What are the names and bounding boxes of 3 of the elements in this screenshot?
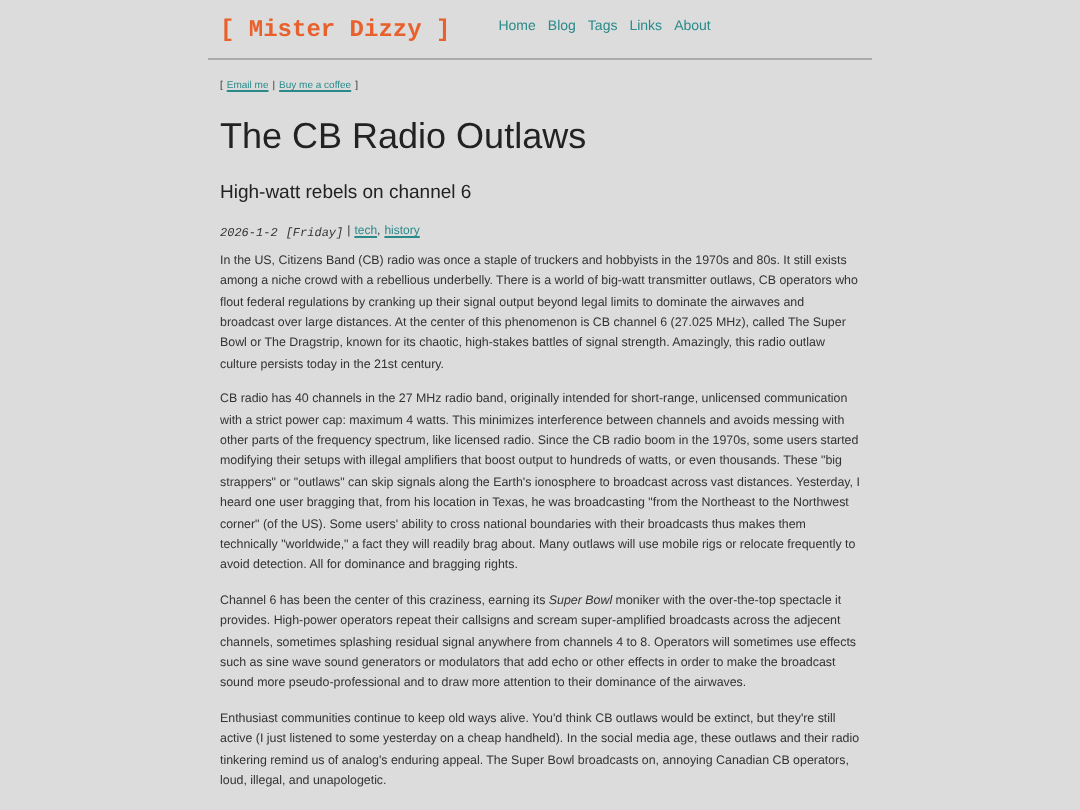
- article-title: The CB Radio Outlaws: [220, 113, 589, 159]
- article-subtitle: High-watt rebels on channel 6: [220, 179, 474, 207]
- site-logo[interactable]: [ Mister Dizzy ]: [220, 11, 451, 47]
